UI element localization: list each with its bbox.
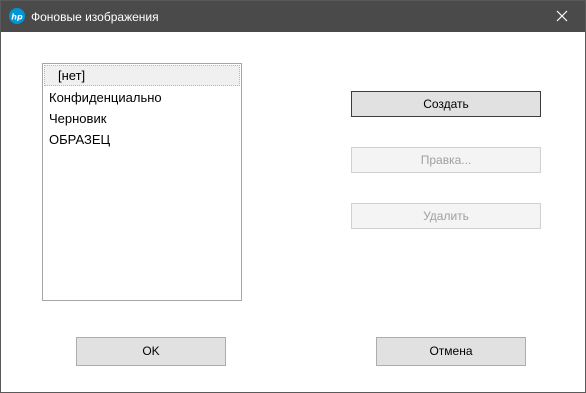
create-button[interactable]: Создать <box>351 91 541 117</box>
list-item-draft[interactable]: Черновик <box>44 108 240 129</box>
list-item-none[interactable]: [нет] <box>44 65 240 86</box>
hp-logo-icon: hp <box>9 8 25 24</box>
list-item-sample[interactable]: ОБРАЗЕЦ <box>44 129 240 150</box>
svg-text:hp: hp <box>11 13 23 22</box>
delete-button[interactable]: Удалить <box>351 203 541 229</box>
edit-button[interactable]: Правка... <box>351 147 541 173</box>
close-button[interactable] <box>539 1 585 32</box>
window-title: Фоновые изображения <box>31 10 159 24</box>
ok-button[interactable]: OK <box>76 337 226 366</box>
dialog-window: hp Фоновые изображения [нет] Конфиденциа… <box>0 0 586 393</box>
close-icon <box>556 10 568 22</box>
cancel-button[interactable]: Отмена <box>376 337 526 366</box>
title-bar: hp Фоновые изображения <box>1 1 585 32</box>
background-image-list[interactable]: [нет] Конфиденциально Черновик ОБРАЗЕЦ <box>42 63 242 301</box>
list-item-confidential[interactable]: Конфиденциально <box>44 87 240 108</box>
